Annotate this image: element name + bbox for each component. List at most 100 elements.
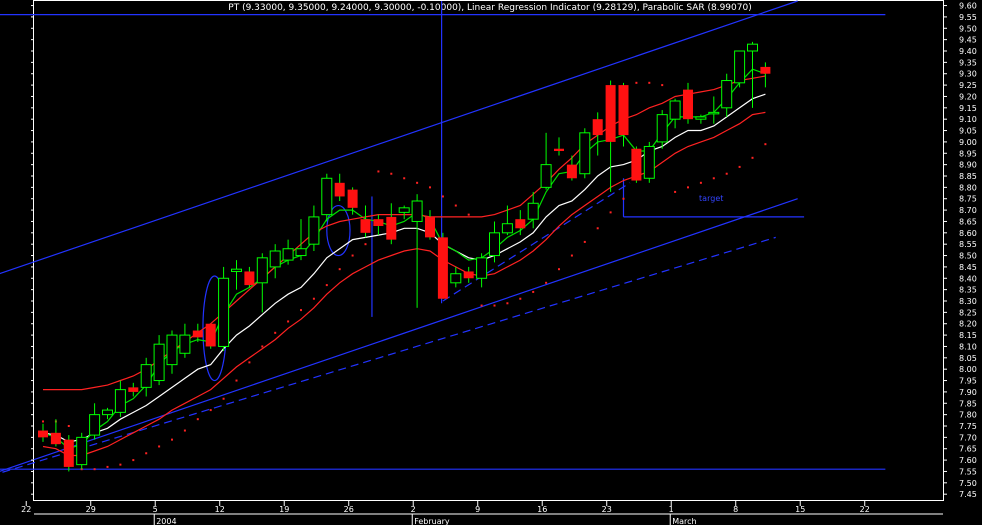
candle-body-down (437, 237, 448, 299)
sar-dot (467, 213, 470, 216)
y-tick-label: 8.75 (959, 195, 977, 204)
candle-body-down (63, 439, 74, 467)
sar-dot (622, 197, 625, 200)
y-tick-label: 7.45 (959, 490, 977, 499)
candle-body-up (527, 202, 539, 220)
y-tick-label: 9.05 (959, 127, 977, 136)
y-tick-label: 9.15 (959, 104, 977, 113)
candle (321, 173, 333, 222)
y-tick-label: 7.65 (959, 445, 977, 454)
y-tick-label: 8.50 (959, 252, 977, 261)
candle-body-up (295, 248, 307, 257)
sar-dot (764, 143, 767, 146)
sar-dot (661, 84, 664, 87)
candle-body-up (218, 277, 230, 347)
sar-dot (674, 190, 677, 193)
x-tick-label: 9 (475, 505, 480, 514)
y-tick-label: 7.50 (959, 479, 977, 488)
candle-body-up (411, 200, 423, 222)
x-month-label: February (414, 517, 450, 525)
y-tick-label: 9.50 (959, 24, 977, 33)
y-tick-label: 8.90 (959, 161, 977, 170)
y-tick-label: 9.30 (959, 70, 977, 79)
sar-dot (158, 445, 161, 448)
candle-body-down (425, 216, 435, 238)
candle-body-up (153, 343, 165, 382)
sar-dot (196, 418, 199, 421)
candle-body-up (708, 111, 720, 115)
sar-dot (119, 463, 122, 466)
y-tick-label: 9.45 (959, 36, 977, 45)
x-tick-label: 5 (153, 505, 158, 514)
sar-dot (390, 172, 393, 175)
candle-body-up (114, 389, 126, 413)
candle-body-down (386, 216, 397, 240)
candle (218, 266, 230, 351)
sar-dot (583, 240, 586, 243)
sar-dot (132, 459, 135, 462)
candle (734, 50, 746, 88)
candle-body-down (205, 323, 216, 347)
sar-dot (93, 468, 96, 471)
sar-dot (519, 297, 522, 300)
sar-dot (493, 304, 496, 307)
sar-dot (687, 186, 689, 189)
y-tick-label: 8.15 (959, 331, 977, 340)
y-tick-label: 9.55 (959, 13, 977, 22)
sar-dot (609, 211, 612, 214)
candle-body-down (760, 66, 771, 74)
sar-dot (287, 320, 290, 323)
x-tick-label: 8 (733, 505, 738, 514)
y-tick-label: 8.55 (959, 240, 977, 249)
sar-dot (725, 172, 728, 175)
candle-body-down (515, 219, 526, 229)
sar-dot (558, 268, 560, 271)
candle-body-down (631, 148, 642, 181)
sar-dot (480, 304, 483, 307)
y-tick-label: 7.55 (959, 467, 977, 476)
sar-dot (338, 268, 341, 271)
sar-dot (171, 438, 173, 441)
candle (437, 232, 448, 299)
candle-body-down (128, 387, 139, 392)
y-tick-label: 8.65 (959, 217, 977, 226)
y-tick-label: 9.60 (959, 2, 977, 11)
candle-body-up (179, 334, 191, 354)
y-tick-label: 7.85 (959, 399, 977, 408)
y-tick-label: 8.05 (959, 354, 977, 363)
candle-body-down (683, 89, 693, 120)
sar-dot (145, 452, 148, 455)
candle-body-up (282, 248, 294, 261)
y-tick-label: 8.40 (959, 274, 977, 283)
sar-dot (209, 409, 212, 412)
y-tick-label: 9.40 (959, 47, 977, 56)
sar-dot (67, 425, 70, 427)
x-tick-label: 15 (795, 505, 805, 514)
sar-dot (570, 254, 573, 257)
sar-dot (454, 204, 457, 207)
y-tick-label: 7.95 (959, 377, 977, 386)
sar-dot (751, 156, 754, 159)
candle-body-up (669, 100, 681, 120)
sar-dot (545, 281, 548, 284)
y-tick-label: 8.60 (959, 229, 977, 238)
candle-body-up (747, 43, 758, 52)
sar-dot (42, 420, 44, 423)
x-tick-label: 26 (344, 505, 354, 514)
y-tick-label: 8.35 (959, 286, 977, 295)
candle-body-up (231, 268, 242, 272)
y-tick-label: 7.90 (959, 388, 977, 397)
x-tick-label: 22 (21, 505, 31, 514)
x-tick-label: 1 (669, 505, 674, 514)
sar-dot (248, 361, 251, 364)
sar-dot (506, 302, 509, 305)
candle-body-down (373, 219, 384, 226)
sar-dot (183, 429, 186, 432)
sar-dot (351, 254, 354, 257)
candle-body-up (540, 164, 552, 188)
y-tick-label: 9.25 (959, 81, 977, 90)
sar-dot (300, 309, 302, 312)
sar-dot (699, 181, 702, 184)
candle-body-down (618, 85, 629, 136)
x-tick-label: 23 (602, 505, 612, 514)
